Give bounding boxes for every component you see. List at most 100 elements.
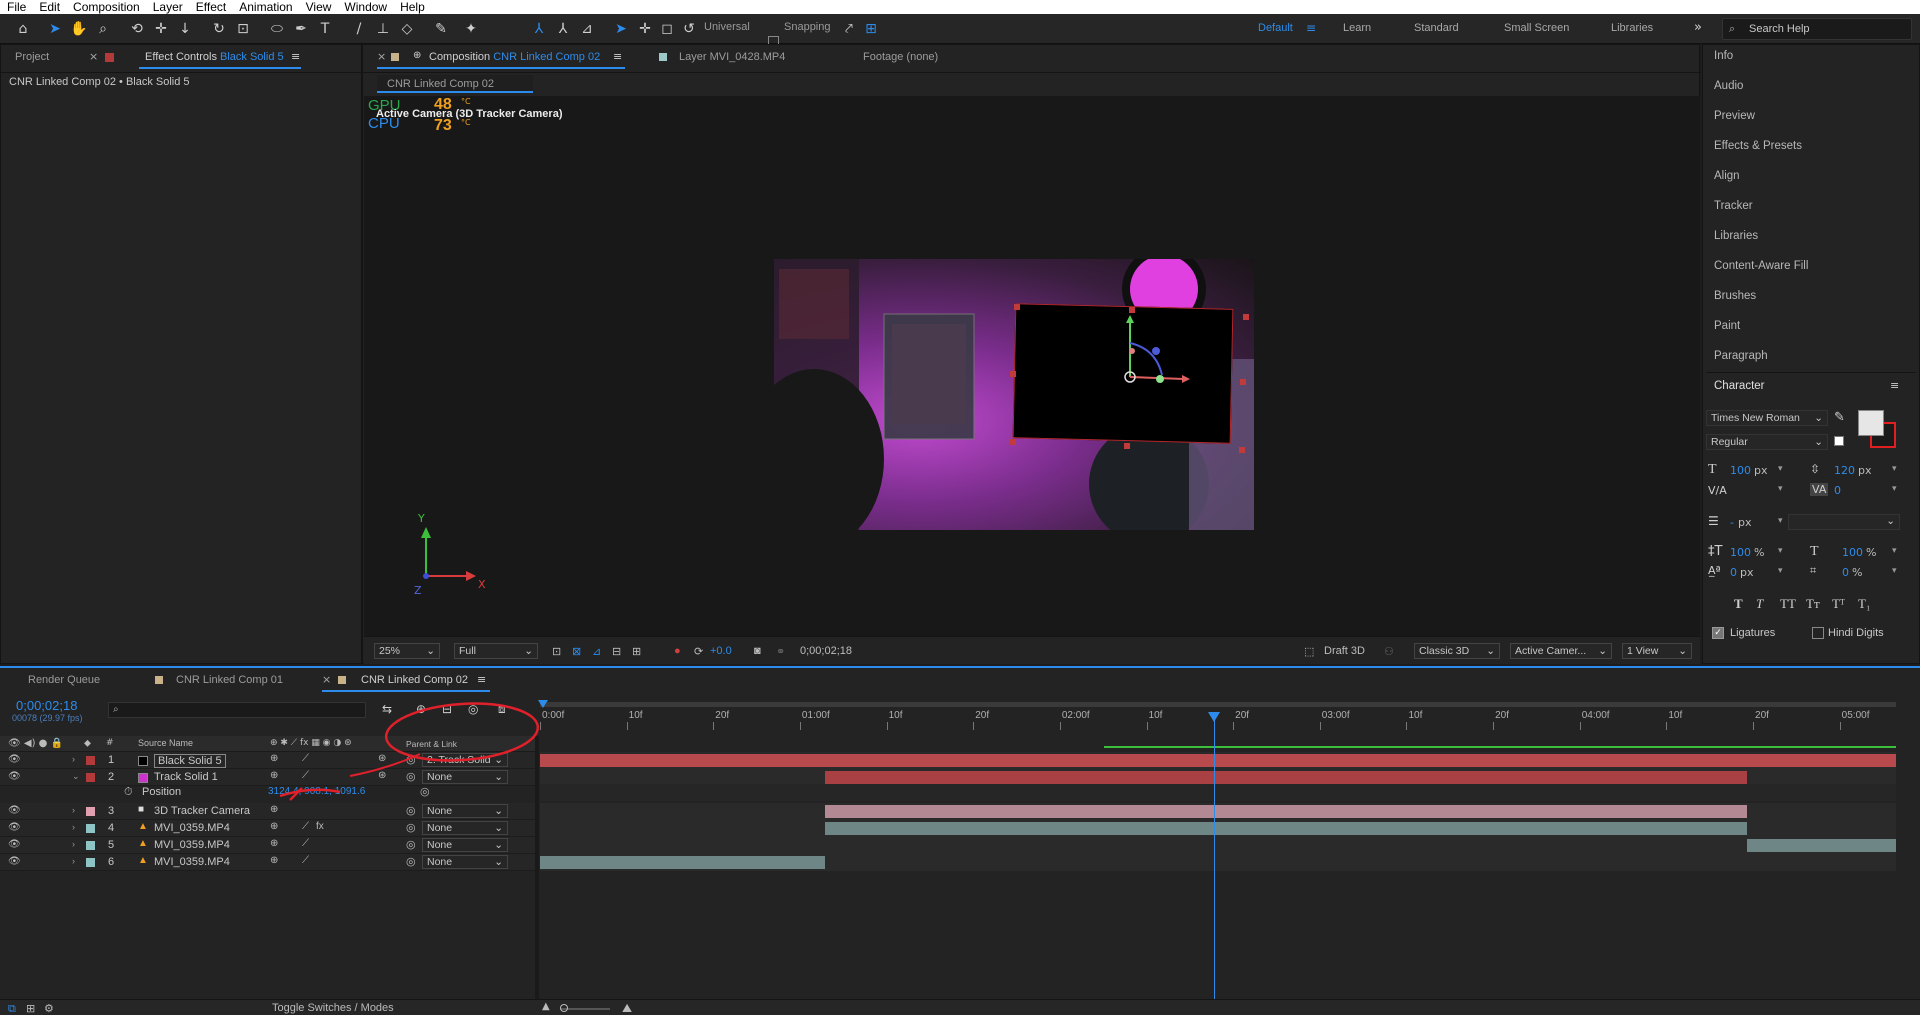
pen-tool-icon[interactable]: ✒	[292, 20, 310, 38]
menu-layer[interactable]: Layer	[146, 0, 189, 14]
exposure-value[interactable]: +0.0	[710, 645, 732, 657]
horizontal-scale-value[interactable]: 100	[1842, 546, 1863, 559]
layer-name[interactable]: 3D Tracker Camera	[154, 805, 250, 817]
chevron-down-icon[interactable]: ▾	[1778, 464, 1783, 474]
menu-file[interactable]: File	[0, 0, 32, 14]
faux-italic-button[interactable]: T	[1756, 596, 1763, 612]
panel-brushes[interactable]: Brushes	[1714, 290, 1756, 302]
leading-value[interactable]: 120	[1834, 464, 1855, 477]
stroke-width-value[interactable]: -	[1730, 516, 1734, 529]
parent-pickwhip-icon[interactable]: ◎	[406, 855, 416, 868]
layer-row[interactable]: 👁 › 6 ▲ MVI_0359.MP4 ⊕ ⟋ ◎ None ⌄	[0, 854, 535, 871]
anchor-tool-icon[interactable]: ⊡	[234, 20, 252, 38]
reset-exposure-icon[interactable]: ⟳	[694, 645, 703, 658]
panel-character-title[interactable]: Character	[1714, 380, 1765, 392]
orbit-camera-icon[interactable]: ⟲	[128, 20, 146, 38]
playhead-handle[interactable]	[1208, 712, 1220, 722]
playhead-line[interactable]	[1214, 714, 1215, 1015]
puppet-pin-icon[interactable]: ✦	[462, 20, 480, 38]
expand-chevron-icon[interactable]: ›	[72, 856, 75, 866]
selection-tool-icon[interactable]: ➤	[46, 20, 64, 38]
panel-menu-icon[interactable]: ≡	[613, 50, 622, 63]
rotate-mode-icon[interactable]: ↺	[680, 20, 698, 38]
eye-icon[interactable]: 👁	[8, 822, 21, 833]
tab-effect-controls[interactable]: Effect Controls Black Solid 5	[145, 51, 284, 63]
label-color-swatch[interactable]	[86, 756, 95, 765]
parent-pickwhip-icon[interactable]: ◎	[406, 838, 416, 851]
channels-icon[interactable]: ●	[674, 645, 681, 657]
layer-switches-icon[interactable]: ⧉	[8, 1002, 16, 1015]
workspace-learn[interactable]: Learn	[1343, 22, 1371, 34]
layer-name[interactable]: MVI_0359.MP4	[154, 839, 230, 851]
world-axis-icon[interactable]: ⅄	[554, 20, 572, 38]
select-mode-icon[interactable]: ➤	[612, 20, 630, 38]
layer-name[interactable]: Track Solid 1	[154, 771, 218, 783]
font-style-dropdown[interactable]: Regular ⌄	[1706, 434, 1828, 450]
viewer-timecode[interactable]: 0;00;02;18	[800, 645, 852, 657]
subscript-button[interactable]: T₁	[1858, 596, 1870, 612]
label-color-swatch[interactable]	[86, 824, 95, 833]
panel-paint[interactable]: Paint	[1714, 320, 1740, 332]
hindi-digits-checkbox[interactable]	[1812, 627, 1824, 639]
layer-row[interactable]: 👁 › 4 ▲ MVI_0359.MP4 ⊕ ⟋ fx ◎ None ⌄	[0, 820, 535, 837]
expand-chevron-icon[interactable]: ›	[72, 805, 75, 815]
zoom-tool-icon[interactable]: ⌕	[94, 20, 112, 38]
label-color-swatch[interactable]	[86, 841, 95, 850]
dolly-camera-icon[interactable]: ↓	[176, 20, 194, 38]
vertical-scale-value[interactable]: 100	[1730, 546, 1751, 559]
roto-brush-icon[interactable]: ✎	[432, 20, 450, 38]
shy-switch-icon[interactable]: ⊕	[270, 821, 278, 832]
transfer-controls-icon[interactable]: ⊞	[26, 1002, 35, 1015]
panel-menu-icon[interactable]: ≡	[291, 50, 300, 63]
menu-help[interactable]: Help	[393, 0, 431, 14]
panel-tracker[interactable]: Tracker	[1714, 200, 1753, 212]
lock-icon[interactable]: ⊕	[413, 50, 421, 61]
close-icon[interactable]: ×	[377, 50, 386, 63]
panel-menu-icon[interactable]: ≡	[1890, 379, 1899, 392]
magnification-dropdown[interactable]: 25% ⌄	[374, 643, 440, 659]
expand-chevron-icon[interactable]: ›	[72, 822, 75, 832]
eye-icon[interactable]: 👁	[8, 771, 21, 782]
menu-edit[interactable]: Edit	[32, 0, 66, 14]
layer-duration-bar[interactable]	[540, 754, 1896, 767]
current-time[interactable]: 0;00;02;18	[16, 698, 77, 713]
panel-menu-icon[interactable]: ≡	[477, 673, 486, 686]
parent-dropdown[interactable]: None ⌄	[422, 838, 508, 852]
workspace-standard[interactable]: Standard	[1414, 22, 1459, 34]
chevron-down-icon[interactable]: ▾	[1778, 484, 1783, 494]
search-help-input[interactable]: ⌕ Search Help	[1722, 18, 1912, 40]
layer-duration-bar[interactable]	[824, 822, 1747, 835]
renderer-dropdown[interactable]: Classic 3D ⌄	[1414, 643, 1500, 659]
parent-dropdown[interactable]: None ⌄	[422, 855, 508, 869]
expand-chevron-icon[interactable]: ⌄	[72, 771, 80, 782]
layer-name[interactable]: MVI_0359.MP4	[154, 822, 230, 834]
workspace-default[interactable]: Default	[1258, 22, 1293, 34]
tab-layer[interactable]: Layer MVI_0428.MP4	[679, 51, 785, 63]
panel-paragraph[interactable]: Paragraph	[1714, 350, 1768, 362]
chevron-down-icon[interactable]: ▾	[1892, 464, 1897, 474]
source-name-header[interactable]: Source Name	[138, 738, 193, 748]
tab-linked-comp-01[interactable]: CNR Linked Comp 01	[176, 674, 283, 686]
layer-duration-bar[interactable]	[824, 805, 1747, 818]
close-icon[interactable]: ×	[89, 50, 98, 63]
eye-icon[interactable]: 👁	[8, 805, 21, 816]
panel-preview[interactable]: Preview	[1714, 110, 1755, 122]
chevron-down-icon[interactable]: ▾	[1892, 546, 1897, 556]
shape-tool-icon[interactable]: ⬭	[268, 20, 286, 38]
snapshot-icon[interactable]: ◙	[754, 645, 761, 657]
font-size-value[interactable]: 100	[1730, 464, 1751, 477]
tab-footage[interactable]: Footage (none)	[863, 51, 938, 63]
pan-camera-icon[interactable]: ✛	[152, 20, 170, 38]
quality-switch-icon[interactable]: ⟋	[302, 855, 309, 866]
stroke-style-dropdown[interactable]: ⌄	[1788, 514, 1900, 530]
eye-icon[interactable]: 👁	[8, 754, 21, 765]
menu-animation[interactable]: Animation	[232, 0, 298, 14]
local-axis-icon[interactable]: ⅄	[530, 20, 548, 38]
font-family-dropdown[interactable]: Times New Roman ⌄	[1706, 410, 1828, 426]
parent-dropdown[interactable]: None ⌄	[422, 821, 508, 835]
snap-options-icon[interactable]: ⤤	[840, 20, 858, 38]
brush-tool-icon[interactable]: /	[350, 20, 368, 38]
tab-composition[interactable]: Composition CNR Linked Comp 02	[429, 51, 600, 63]
panel-align[interactable]: Align	[1714, 170, 1740, 182]
resolution-dropdown[interactable]: Full ⌄	[454, 643, 538, 659]
